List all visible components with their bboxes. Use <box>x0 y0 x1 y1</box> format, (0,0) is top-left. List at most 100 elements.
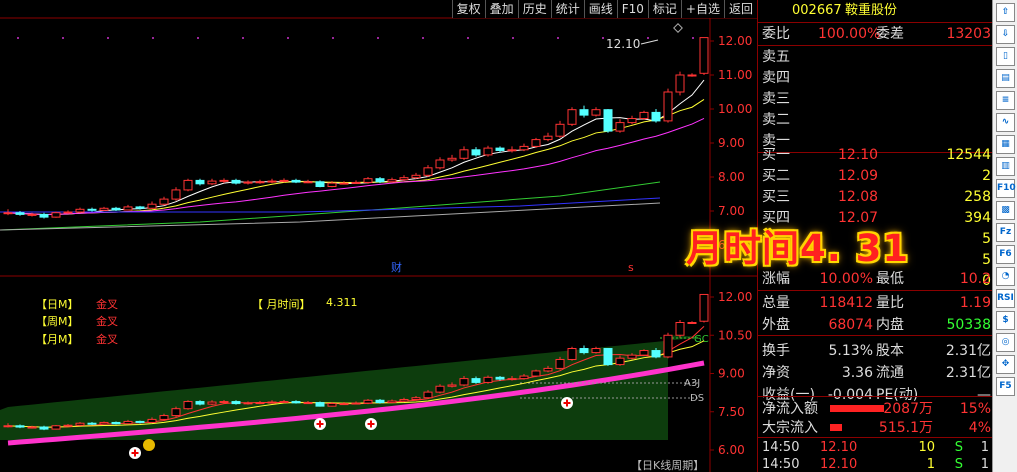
toolbar-button-4[interactable]: 画线 <box>583 0 617 18</box>
lower-candle[interactable] <box>207 401 217 405</box>
lower-candle[interactable] <box>63 424 73 427</box>
upper-candle[interactable] <box>111 207 121 211</box>
lower-candle[interactable] <box>627 354 637 359</box>
pie-icon[interactable]: ◔ <box>996 267 1015 286</box>
upper-candle[interactable] <box>39 213 49 218</box>
upper-candle[interactable] <box>447 157 457 161</box>
lower-candle[interactable] <box>39 426 49 430</box>
lower-candle[interactable] <box>183 401 193 410</box>
chart-area[interactable]: 12.00 11.00 10.00 9.00 8.00 7.00 6.00 12.00 10.5… <box>0 0 757 472</box>
lower-candle[interactable] <box>315 402 325 407</box>
upper-candle[interactable] <box>519 145 529 151</box>
upper-candle[interactable] <box>459 149 469 159</box>
upper-candle[interactable] <box>363 178 373 183</box>
lower-candle[interactable] <box>507 378 517 381</box>
lower-candle[interactable] <box>591 348 601 354</box>
lower-candle[interactable] <box>567 348 577 360</box>
lower-candle[interactable] <box>399 399 409 402</box>
toolbar-button-3[interactable]: 统计 <box>550 0 584 18</box>
upper-candle[interactable] <box>171 189 181 200</box>
lower-candle[interactable] <box>231 401 241 405</box>
upper-candle[interactable] <box>639 111 649 120</box>
upper-candle[interactable] <box>135 206 145 209</box>
lower-candle[interactable] <box>219 401 229 404</box>
upper-candle[interactable] <box>183 179 193 191</box>
sheet-icon[interactable]: ▤ <box>996 69 1015 88</box>
upper-candle[interactable] <box>507 149 517 152</box>
upper-candle[interactable] <box>627 118 637 124</box>
s-marker[interactable]: s <box>628 261 634 274</box>
lower-candle[interactable] <box>303 402 313 405</box>
sidebar-Fz[interactable]: Fz <box>996 223 1015 242</box>
upper-candle[interactable] <box>279 179 289 182</box>
upper-candle[interactable] <box>303 181 313 184</box>
lower-candle[interactable] <box>135 420 145 423</box>
upper-candle[interactable] <box>219 179 229 182</box>
lower-candle[interactable] <box>555 358 565 369</box>
upper-candle[interactable] <box>87 208 97 211</box>
lower-candle[interactable] <box>27 426 37 429</box>
lower-candle[interactable] <box>495 376 505 380</box>
upper-candle[interactable] <box>579 109 589 116</box>
lower-candle[interactable] <box>699 293 709 322</box>
upper-candle[interactable] <box>483 147 493 156</box>
sidebar-F10[interactable]: F10 <box>996 179 1016 198</box>
arrow-down-icon[interactable]: ⇩ <box>996 25 1015 44</box>
toolbar-button-5[interactable]: F10 <box>616 0 648 18</box>
upper-candle[interactable] <box>327 182 337 188</box>
chart2-icon[interactable]: ▥ <box>996 157 1015 176</box>
upper-candle[interactable] <box>555 123 565 137</box>
lower-candle[interactable] <box>255 402 265 405</box>
move-icon[interactable]: ✥ <box>996 355 1015 374</box>
toolbar-button-2[interactable]: 历史 <box>517 0 551 18</box>
upper-candle[interactable] <box>147 203 157 209</box>
lower-candle[interactable] <box>171 408 181 417</box>
lower-candle[interactable] <box>279 401 289 404</box>
upper-candle[interactable] <box>195 179 205 185</box>
upper-candle[interactable] <box>99 207 109 211</box>
grid-icon[interactable]: ▩ <box>996 201 1015 220</box>
lower-candle[interactable] <box>423 391 433 399</box>
lower-candle[interactable] <box>51 425 61 430</box>
upper-candle[interactable] <box>27 213 37 216</box>
toolbar-button-7[interactable]: +自选 <box>680 0 724 18</box>
upper-candle[interactable] <box>531 139 541 147</box>
lower-candle[interactable] <box>615 357 625 366</box>
upper-candle[interactable] <box>663 91 673 122</box>
lower-candle[interactable] <box>687 322 697 324</box>
upper-candle[interactable] <box>567 109 577 125</box>
lower-candle[interactable] <box>663 334 673 358</box>
target-icon[interactable]: ◎ <box>996 333 1015 352</box>
lower-candle[interactable] <box>435 385 445 393</box>
upper-candle[interactable] <box>15 212 25 215</box>
lower-candle[interactable] <box>459 378 469 386</box>
sidebar-F5[interactable]: F5 <box>996 377 1015 396</box>
toolbar-button-0[interactable]: 复权 <box>451 0 485 18</box>
kline-chart[interactable]: 12.00 11.00 10.00 9.00 8.00 7.00 6.00 12.00 10.5… <box>0 0 757 472</box>
lower-candle[interactable] <box>339 403 349 406</box>
lower-candle[interactable] <box>243 402 253 405</box>
lower-candle[interactable] <box>123 420 133 425</box>
lower-candle[interactable] <box>351 402 361 405</box>
upper-candle[interactable] <box>591 109 601 116</box>
upper-candle[interactable] <box>315 181 325 188</box>
sidebar-F6[interactable]: F6 <box>996 245 1015 264</box>
upper-candle[interactable] <box>267 180 277 183</box>
lower-candle[interactable] <box>291 401 301 404</box>
list-icon[interactable]: ≡ <box>996 91 1015 110</box>
toolbar-button-1[interactable]: 叠加 <box>484 0 518 18</box>
lower-candle[interactable] <box>159 415 169 420</box>
upper-candle[interactable] <box>3 212 13 215</box>
upper-candle[interactable] <box>63 211 73 214</box>
toolbar-button-8[interactable]: 返回 <box>723 0 757 18</box>
upper-candle[interactable] <box>615 122 625 132</box>
upper-candle[interactable] <box>543 135 553 141</box>
upper-candle[interactable] <box>75 208 85 213</box>
lower-candle[interactable] <box>111 421 121 425</box>
lower-candle[interactable] <box>519 375 529 380</box>
lower-candle[interactable] <box>99 421 109 425</box>
lower-candle[interactable] <box>639 350 649 356</box>
lower-candle[interactable] <box>387 400 397 404</box>
upper-candle[interactable] <box>231 179 241 184</box>
upper-candle[interactable] <box>651 111 661 122</box>
